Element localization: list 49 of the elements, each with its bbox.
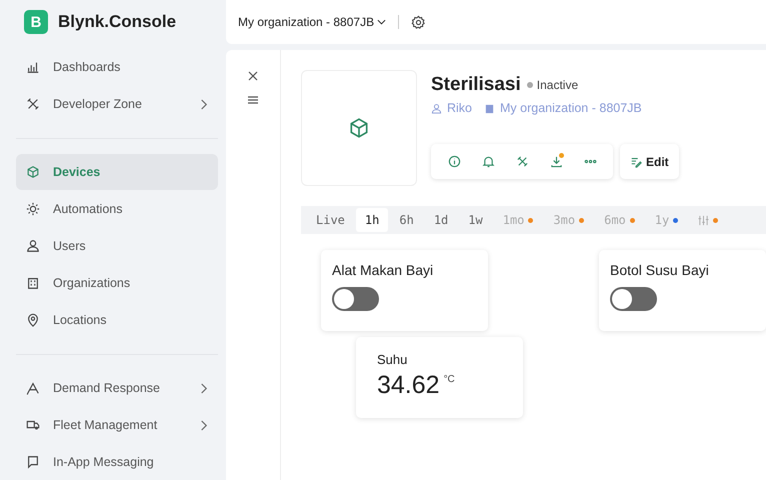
unit-label: °C: [444, 374, 455, 385]
widget-title: Suhu: [376, 351, 408, 367]
sidebar-item[interactable]: Developer Zone: [16, 86, 218, 122]
time-range-tab[interactable]: 1d: [424, 208, 458, 232]
edit-icon: [630, 156, 642, 168]
time-range-tab[interactable]: Live: [307, 208, 354, 232]
device-name: Sterilisasi: [431, 74, 521, 96]
organization-dropdown[interactable]: My organization - 8807JB: [238, 15, 386, 29]
settings-icon[interactable]: [411, 14, 426, 30]
logo-icon: B: [24, 10, 48, 34]
sidebar-item[interactable]: In-App Messaging: [16, 444, 218, 480]
caret-icon: [377, 19, 386, 25]
users-icon: [26, 239, 40, 253]
sidebar-item[interactable]: Fleet Management: [16, 407, 218, 443]
temperature-value: 34.62: [377, 371, 440, 400]
sidebar-item[interactable]: Locations: [16, 302, 218, 338]
tools-icon: [26, 97, 40, 111]
time-range-tab[interactable]: 1w: [459, 208, 492, 232]
sidebar-item[interactable]: Automations: [16, 191, 218, 227]
widget-title: Alat Makan Bayi: [332, 262, 434, 278]
sidebar-item[interactable]: Dashboards: [16, 49, 218, 85]
user-icon: [431, 102, 442, 114]
cube-icon: [348, 117, 370, 139]
info-icon: [448, 155, 460, 168]
download-icon: [550, 155, 562, 168]
pin-icon: [26, 313, 40, 327]
sidebar-item[interactable]: Users: [16, 228, 218, 264]
sidebar-item[interactable]: Demand Response: [16, 370, 218, 406]
sun-icon: [26, 202, 40, 216]
cube-icon: [26, 165, 40, 179]
notification-dot: [559, 152, 564, 158]
message-icon: [26, 455, 40, 469]
brand-name: Blynk.Console: [58, 12, 176, 32]
chart-icon: [26, 60, 40, 74]
sidebar-item[interactable]: Devices: [16, 154, 218, 190]
tools-icon: [516, 155, 528, 168]
sidebar-item[interactable]: Organizations: [16, 265, 218, 301]
edit-button[interactable]: Edit: [620, 144, 679, 179]
sliders-icon: [698, 214, 710, 226]
toggle-switch[interactable]: [610, 287, 657, 311]
close-icon[interactable]: [247, 70, 259, 82]
truck-icon: [26, 418, 40, 432]
time-range-tab[interactable]: 1h: [356, 208, 388, 232]
toggle-switch[interactable]: [332, 287, 379, 311]
menu-icon[interactable]: [247, 94, 259, 106]
status-label: Inactive: [536, 78, 578, 92]
widget-title: Botol Susu Bayi: [610, 262, 709, 278]
bell-icon: [482, 155, 494, 168]
time-range-tab[interactable]: 6h: [390, 208, 423, 232]
